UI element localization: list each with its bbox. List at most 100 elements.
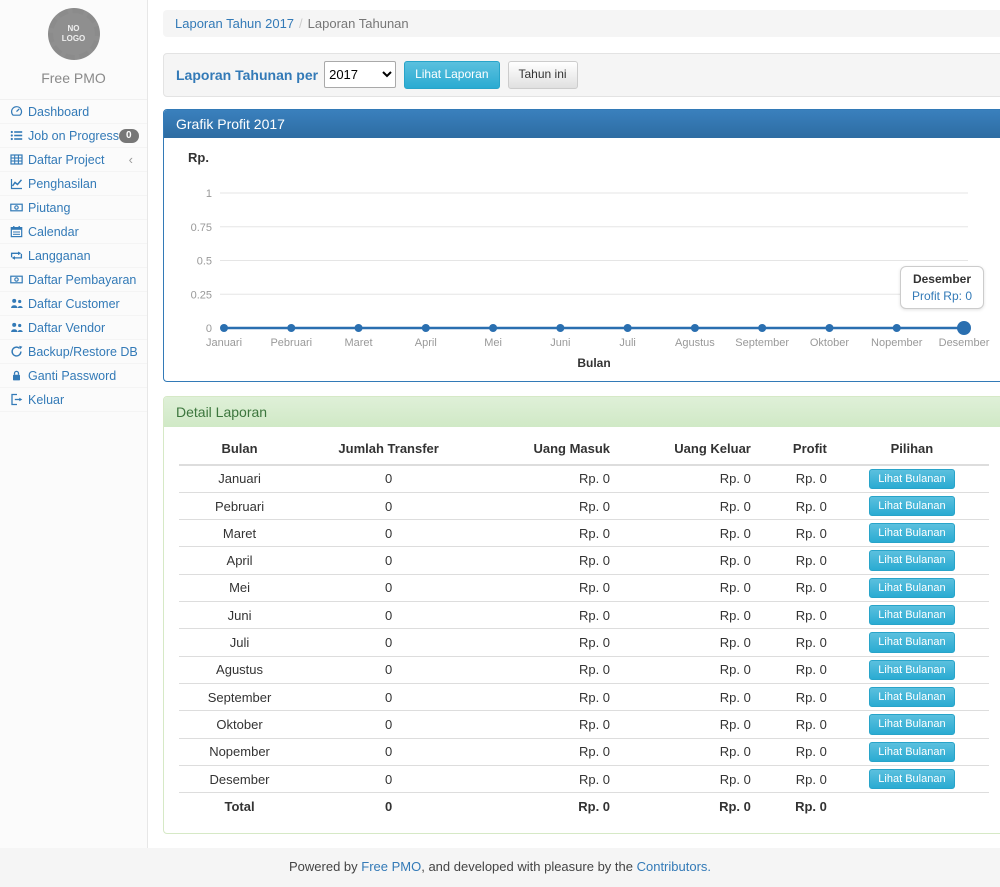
footer-link-contributors[interactable]: Contributors. (637, 859, 711, 874)
cell-uang_masuk: Rp. 0 (477, 683, 618, 710)
sidebar-item-daftar-project[interactable]: Daftar Project‹ (0, 148, 147, 172)
table-row-april: April0Rp. 0Rp. 0Rp. 0Lihat Bulanan (179, 547, 989, 574)
cell-profit: Rp. 0 (759, 465, 835, 493)
sidebar-item-langganan[interactable]: Langganan (0, 244, 147, 268)
page-footer: Powered by Free PMO, and developed with … (0, 848, 1000, 887)
cell-uang_keluar: Rp. 0 (618, 520, 759, 547)
cell-pilihan: Lihat Bulanan (835, 574, 989, 601)
cell-jumlah_transfer: 0 (300, 465, 477, 493)
year-filter-bar: Laporan Tahunan per 2017 Lihat Laporan T… (163, 53, 1000, 97)
detail-panel-title: Detail Laporan (164, 397, 1000, 427)
cell-jumlah_transfer: 0 (300, 738, 477, 765)
footer-prefix: Powered by (289, 859, 361, 874)
footer-link-free-pmo[interactable]: Free PMO (361, 859, 421, 874)
sidebar-item-piutang[interactable]: Piutang (0, 196, 147, 220)
cell-uang_keluar: Rp. 0 (618, 492, 759, 519)
view-monthly-button-oktober[interactable]: Lihat Bulanan (869, 714, 954, 734)
view-report-button[interactable]: Lihat Laporan (404, 61, 499, 89)
cell-jumlah_transfer: 0 (300, 520, 477, 547)
brand-name: Free PMO (0, 60, 147, 99)
sidebar-item-job-on-progress[interactable]: Job on Progress0 (0, 124, 147, 148)
cell-pilihan: Lihat Bulanan (835, 765, 989, 792)
sidebar-item-label: Daftar Vendor (28, 321, 105, 335)
cell-pilihan: Lihat Bulanan (835, 547, 989, 574)
profit-chart-panel: Grafik Profit 2017 Rp.00.250.50.751Janua… (163, 109, 1000, 382)
svg-text:0: 0 (206, 323, 212, 335)
sidebar-item-label: Piutang (28, 201, 70, 215)
sidebar-item-label: Ganti Password (28, 369, 116, 383)
svg-text:Juli: Juli (619, 337, 636, 349)
view-monthly-button-agustus[interactable]: Lihat Bulanan (869, 660, 954, 680)
svg-text:1: 1 (206, 188, 212, 200)
cell-uang_keluar: Rp. 0 (618, 683, 759, 710)
cell-jumlah_transfer: 0 (300, 683, 477, 710)
cell-uang_masuk: Rp. 0 (477, 574, 618, 601)
cell-uang_masuk: Rp. 0 (477, 520, 618, 547)
chart-panel-title: Grafik Profit 2017 (164, 110, 1000, 138)
sign-out-icon (8, 393, 24, 406)
refresh-icon (8, 345, 24, 358)
sidebar-item-ganti-password[interactable]: Ganti Password (0, 364, 147, 388)
breadcrumb-current: Laporan Tahunan (308, 16, 409, 31)
column-header-uang-keluar: Uang Keluar (618, 433, 759, 465)
detail-table-header-row: BulanJumlah TransferUang MasukUang Kelua… (179, 433, 989, 465)
cell-pilihan: Lihat Bulanan (835, 465, 989, 493)
sidebar-item-daftar-pembayaran[interactable]: Daftar Pembayaran (0, 268, 147, 292)
cell-bulan: Juni (179, 602, 300, 629)
cell-uang_masuk: Rp. 0 (477, 629, 618, 656)
cell-profit: Rp. 0 (759, 656, 835, 683)
view-monthly-button-mei[interactable]: Lihat Bulanan (869, 578, 954, 598)
sidebar-item-calendar[interactable]: Calendar (0, 220, 147, 244)
cell-jumlah_transfer: 0 (300, 629, 477, 656)
cell-uang_masuk: Rp. 0 (477, 793, 618, 818)
calendar-icon (8, 225, 24, 238)
breadcrumb-link[interactable]: Laporan Tahun 2017 (175, 16, 294, 31)
no-logo-placeholder: NO LOGO (48, 8, 100, 60)
list-icon (8, 129, 24, 142)
this-year-button[interactable]: Tahun ini (508, 61, 578, 89)
sidebar-item-keluar[interactable]: Keluar (0, 388, 147, 412)
view-monthly-button-pebruari[interactable]: Lihat Bulanan (869, 496, 954, 516)
svg-text:Bulan: Bulan (577, 356, 610, 370)
view-monthly-button-juli[interactable]: Lihat Bulanan (869, 632, 954, 652)
view-monthly-button-desember[interactable]: Lihat Bulanan (869, 769, 954, 789)
money-icon (8, 201, 24, 214)
sidebar-item-dashboard[interactable]: Dashboard (0, 100, 147, 124)
sidebar-item-label: Keluar (28, 393, 64, 407)
profit-line-chart[interactable]: Rp.00.250.50.751JanuariPebruariMaretApri… (174, 146, 994, 374)
column-header-uang-masuk: Uang Masuk (477, 433, 618, 465)
sidebar-item-penghasilan[interactable]: Penghasilan (0, 172, 147, 196)
cell-jumlah_transfer: 0 (300, 656, 477, 683)
cell-uang_masuk: Rp. 0 (477, 656, 618, 683)
view-monthly-button-maret[interactable]: Lihat Bulanan (869, 523, 954, 543)
sidebar-item-backup-restore-db[interactable]: Backup/Restore DB (0, 340, 147, 364)
cell-pilihan (835, 793, 989, 818)
table-row-oktober: Oktober0Rp. 0Rp. 0Rp. 0Lihat Bulanan (179, 711, 989, 738)
cell-bulan: Januari (179, 465, 300, 493)
view-monthly-button-nopember[interactable]: Lihat Bulanan (869, 742, 954, 762)
cell-pilihan: Lihat Bulanan (835, 602, 989, 629)
cell-pilihan: Lihat Bulanan (835, 683, 989, 710)
view-monthly-button-september[interactable]: Lihat Bulanan (869, 687, 954, 707)
logo-line2: LOGO (62, 34, 86, 44)
column-header-jumlah-transfer: Jumlah Transfer (300, 433, 477, 465)
cell-bulan: Nopember (179, 738, 300, 765)
users-icon (8, 321, 24, 334)
year-select[interactable]: 2017 (324, 61, 396, 88)
cell-uang_keluar: Rp. 0 (618, 738, 759, 765)
sidebar-item-daftar-vendor[interactable]: Daftar Vendor (0, 316, 147, 340)
svg-text:Pebruari: Pebruari (270, 337, 312, 349)
cell-bulan: Oktober (179, 711, 300, 738)
table-row-pebruari: Pebruari0Rp. 0Rp. 0Rp. 0Lihat Bulanan (179, 492, 989, 519)
svg-text:0.5: 0.5 (197, 255, 212, 267)
svg-text:Januari: Januari (206, 337, 242, 349)
cell-bulan: Pebruari (179, 492, 300, 519)
cell-pilihan: Lihat Bulanan (835, 656, 989, 683)
cell-uang_masuk: Rp. 0 (477, 738, 618, 765)
count-badge: 0 (119, 129, 139, 143)
view-monthly-button-juni[interactable]: Lihat Bulanan (869, 605, 954, 625)
view-monthly-button-januari[interactable]: Lihat Bulanan (869, 469, 954, 489)
svg-text:0.25: 0.25 (191, 289, 212, 301)
view-monthly-button-april[interactable]: Lihat Bulanan (869, 550, 954, 570)
sidebar-item-daftar-customer[interactable]: Daftar Customer (0, 292, 147, 316)
